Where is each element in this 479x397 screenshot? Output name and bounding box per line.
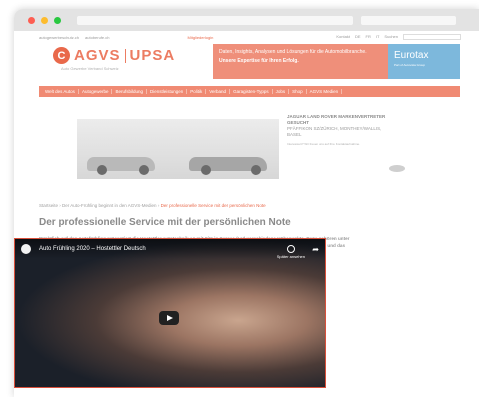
logo-subtitle: Auto Gewerbe Verband Schweiz xyxy=(61,66,119,71)
article-title: Der professionelle Service mit der persö… xyxy=(39,217,291,228)
lang-fr[interactable]: FR xyxy=(366,34,371,40)
nav-item-welt-des-autos[interactable]: Welt des Autos xyxy=(42,89,79,94)
ad-small-text: Interessiert? Wir freuen uns auf Ihre Ko… xyxy=(287,142,361,146)
contact-link[interactable]: Kontakt xyxy=(336,34,350,40)
watch-later-label: Später ansehen xyxy=(276,254,305,259)
agvs-logo[interactable]: C AGVS UPSA xyxy=(53,47,175,64)
nav-item-agvs-medien[interactable]: AGVS Medien xyxy=(307,89,343,94)
nav-item-dienstleistungen[interactable]: Dienstleistungen xyxy=(147,89,188,94)
play-icon xyxy=(166,315,173,321)
nav-item-shop[interactable]: Shop xyxy=(289,89,307,94)
play-button[interactable] xyxy=(159,311,179,325)
watch-later-button[interactable]: Später ansehen xyxy=(277,245,305,259)
browser-search-bar[interactable] xyxy=(361,15,456,25)
nav-item-verband[interactable]: Verband xyxy=(206,89,231,94)
search-label[interactable]: Suchen xyxy=(384,34,398,40)
breadcrumb-current: Der professionelle Service mit der persö… xyxy=(160,203,266,208)
eurotax-banner-ad[interactable]: Daten, Insights, Analysen und Lösungen f… xyxy=(213,44,388,79)
topbar-right: Kontakt DE FR IT Suchen xyxy=(336,34,461,40)
breadcrumb: Startseite › Der Auto-Frühling beginnt i… xyxy=(39,203,469,208)
banner-line-1: Daten, Insights, Analysen und Lösungen f… xyxy=(219,49,367,55)
share-icon[interactable]: ➦ xyxy=(312,245,319,254)
maximize-window-button[interactable] xyxy=(54,16,61,24)
nav-item-berufsbildung[interactable]: Berufsbildung xyxy=(112,89,147,94)
topbar-link-autoberufe[interactable]: autoberufe.ch xyxy=(85,35,109,40)
wheel-shape xyxy=(201,165,211,175)
members-login-link[interactable]: Mitgliederlogin xyxy=(188,35,214,40)
agvs-logo-icon: C xyxy=(53,47,70,64)
youtube-video-player[interactable]: Auto Frühling 2020 – Hostettler Deutsch … xyxy=(14,238,326,388)
wheel-shape xyxy=(139,165,149,175)
ad-title: JAGUAR LAND ROVER MARKENVERTRETER GESUCH… xyxy=(287,114,386,125)
address-bar[interactable] xyxy=(77,15,353,25)
web-page: autogewerbeschutz.ch autoberufe.ch Mitgl… xyxy=(39,32,469,256)
nav-item-politik[interactable]: Politik xyxy=(187,89,207,94)
nav-item-garagisten-typps[interactable]: Garagisten-Typps xyxy=(230,89,273,94)
jaguar-land-rover-ad[interactable]: JAGUAR LAND ROVER MARKENVERTRETER GESUCH… xyxy=(39,109,469,189)
search-input[interactable] xyxy=(403,34,461,40)
browser-toolbar xyxy=(14,9,479,31)
nav-item-jobs[interactable]: Jobs xyxy=(273,89,290,94)
clock-icon xyxy=(286,245,295,253)
nav-item-autogewerbe[interactable]: Autogewerbe xyxy=(79,89,113,94)
top-utility-bar: autogewerbeschutz.ch autoberufe.ch Mitgl… xyxy=(39,32,469,42)
banner-line-2: Unsere Expertise für Ihren Erfolg. xyxy=(219,58,299,64)
site-header: C AGVS UPSA Auto Gewerbe Verband Schweiz … xyxy=(39,44,469,84)
lang-de[interactable]: DE xyxy=(355,34,361,40)
eurotax-tagline: Part of Autovista Group xyxy=(394,63,426,67)
main-navigation: Welt des Autos Autogewerbe Berufsbildung… xyxy=(39,86,460,97)
video-title[interactable]: Auto Frühling 2020 – Hostettler Deutsch xyxy=(39,246,146,252)
logo-wordmark: AGVS UPSA xyxy=(74,47,176,64)
land-rover-logo xyxy=(389,165,405,172)
ad-subtitle: PFÄFFIKON SZ/ZÜRICH, MONTHEY/WALLIS, BAS… xyxy=(287,126,382,137)
close-window-button[interactable] xyxy=(28,16,35,24)
eurotax-logo-panel[interactable]: Eurotax Part of Autovista Group xyxy=(388,44,460,79)
ad-cars-image xyxy=(77,119,279,179)
wheel-shape xyxy=(97,165,107,175)
topbar-link-autogewerbeschutz[interactable]: autogewerbeschutz.ch xyxy=(39,35,79,40)
wheel-shape xyxy=(251,165,261,175)
breadcrumb-trail[interactable]: Startseite › Der Auto-Frühling beginnt i… xyxy=(39,203,159,208)
eurotax-brand: Eurotax xyxy=(394,50,429,61)
ad-text-block: JAGUAR LAND ROVER MARKENVERTRETER GESUCH… xyxy=(287,114,387,146)
lang-it[interactable]: IT xyxy=(376,34,380,40)
channel-avatar-icon[interactable] xyxy=(21,244,31,254)
minimize-window-button[interactable] xyxy=(41,16,48,24)
